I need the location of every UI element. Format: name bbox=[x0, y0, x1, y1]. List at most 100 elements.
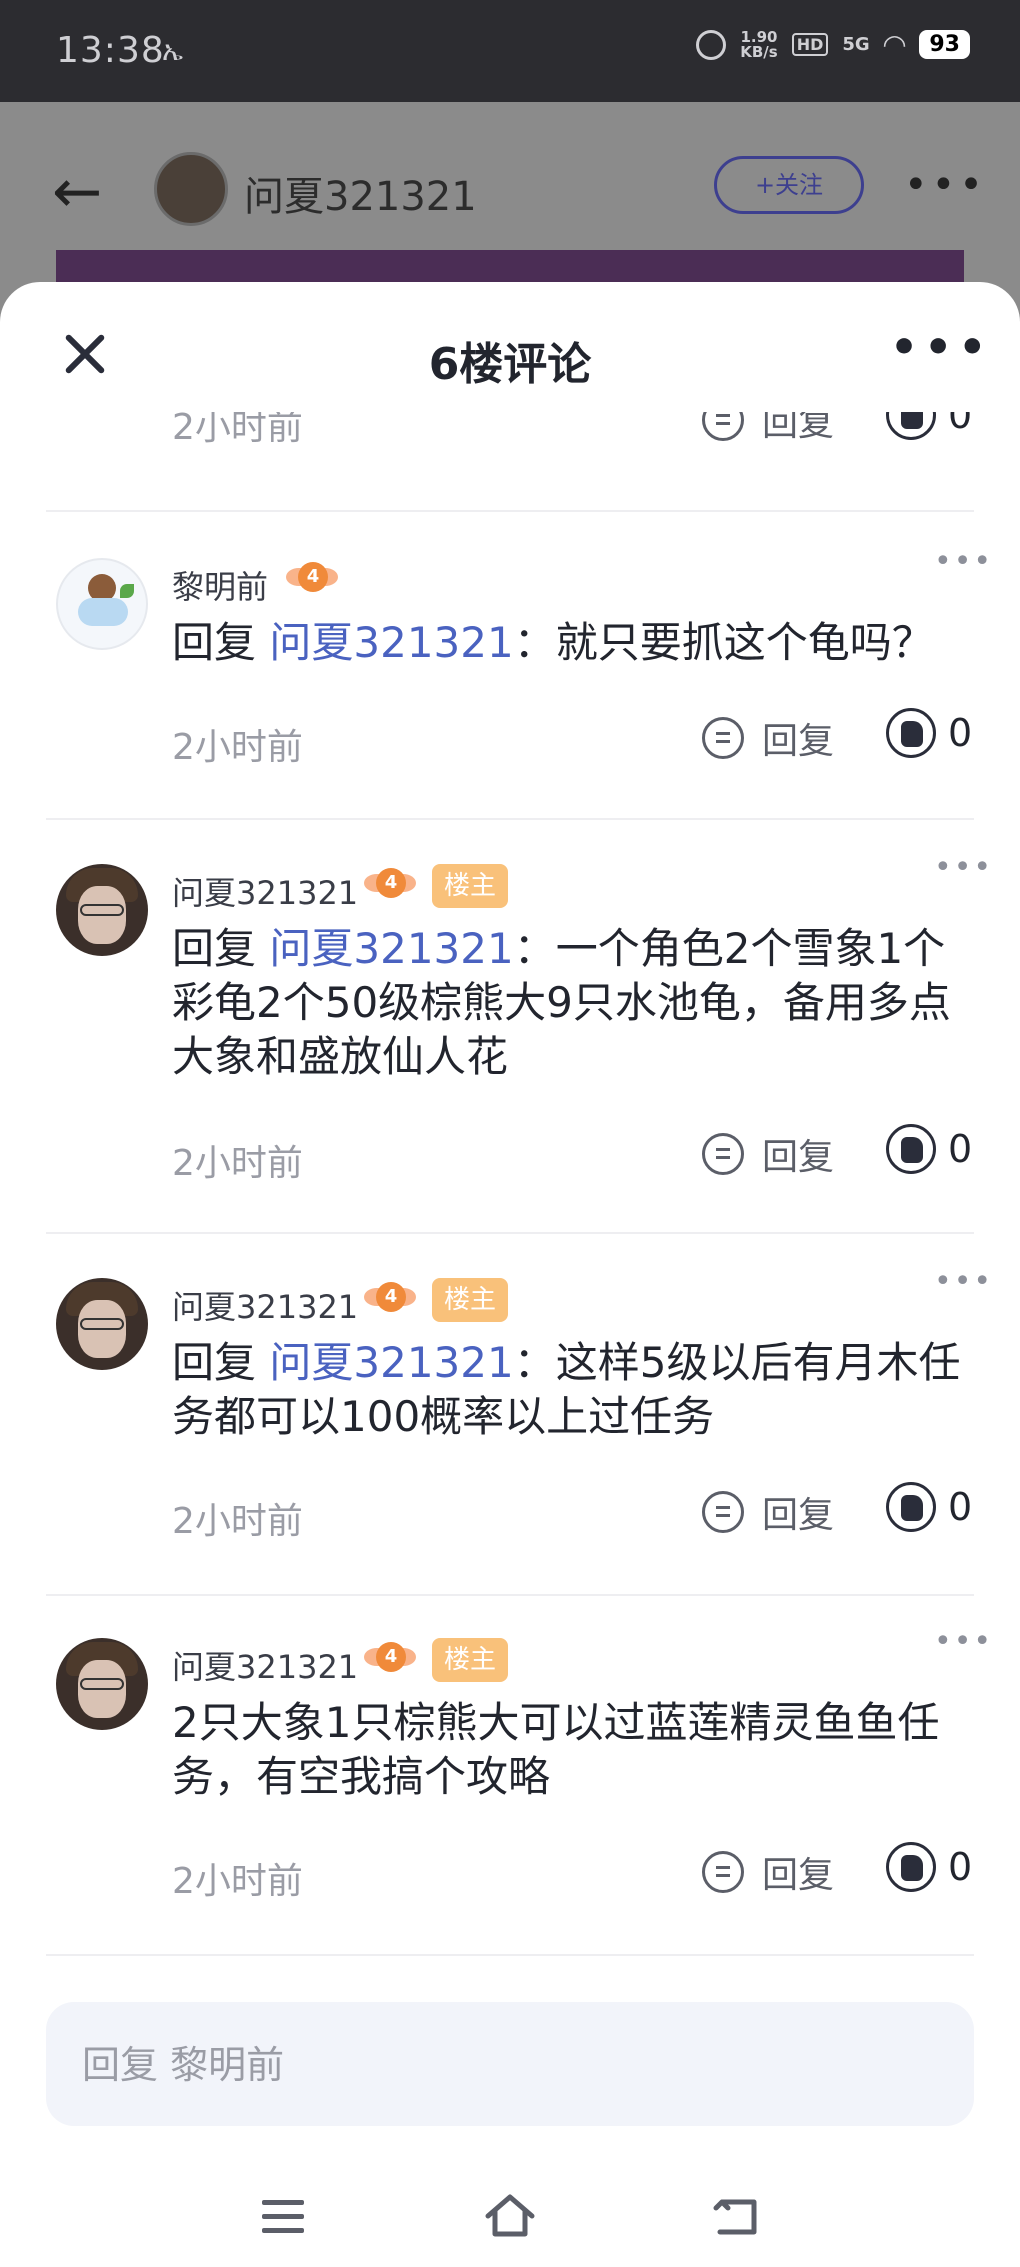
like-action[interactable]: 0 bbox=[886, 1482, 972, 1532]
like-action[interactable]: 0 bbox=[886, 1124, 972, 1174]
sheet-title: 6楼评论 bbox=[428, 339, 592, 390]
avatar[interactable] bbox=[56, 1278, 148, 1370]
mention-link[interactable]: 问夏321321 bbox=[269, 924, 513, 973]
reply-icon bbox=[702, 1491, 744, 1533]
partial-comment-footer: 2小时前 回复 0 bbox=[0, 412, 1020, 457]
reply-prefix: 回复 bbox=[172, 924, 257, 973]
reply-icon bbox=[702, 1851, 744, 1893]
thumbs-up-icon bbox=[886, 1842, 936, 1892]
owner-badge: 楼主 bbox=[432, 1638, 509, 1682]
reply-prefix: 回复 bbox=[172, 1338, 257, 1387]
reply-action[interactable]: 回复 bbox=[702, 712, 834, 764]
divider bbox=[46, 818, 974, 820]
comment-more-icon[interactable]: ••• bbox=[934, 1264, 993, 1299]
comment-text: 回复 问夏321321：就只要抓这个龟吗？ bbox=[172, 616, 972, 670]
reply-action[interactable]: 回复 bbox=[702, 1846, 834, 1898]
comment-username[interactable]: 问夏321321 bbox=[172, 1282, 358, 1328]
avatar[interactable] bbox=[56, 558, 148, 650]
back-arrow-icon[interactable]: ← bbox=[52, 162, 102, 222]
reply-icon bbox=[702, 717, 744, 759]
divider bbox=[46, 1954, 974, 1956]
divider bbox=[46, 1232, 974, 1234]
level-badge: 4 bbox=[364, 1278, 416, 1318]
level-badge: 4 bbox=[364, 864, 416, 904]
comment-text: 回复 问夏321321：这样5级以后有月木任务都可以100概率以上过任务 bbox=[172, 1336, 972, 1444]
avatar[interactable] bbox=[56, 864, 148, 956]
comment-time: 2小时前 bbox=[172, 412, 303, 448]
notification-icon: ኤ bbox=[162, 34, 184, 67]
comment-more-icon[interactable]: ••• bbox=[934, 850, 993, 885]
comment-text: 2只大象1只棕熊大可以过蓝莲精灵鱼鱼任务，有空我搞个攻略 bbox=[172, 1698, 940, 1801]
divider bbox=[46, 1594, 974, 1596]
reply-input-container[interactable] bbox=[46, 2002, 974, 2128]
avatar[interactable] bbox=[56, 1638, 148, 1730]
thumbs-up-icon bbox=[886, 1482, 936, 1532]
comment-time: 2小时前 bbox=[172, 727, 303, 768]
level-number: 4 bbox=[298, 562, 328, 592]
like-count: 0 bbox=[948, 711, 973, 755]
author-avatar[interactable] bbox=[154, 152, 228, 226]
comment-time: 2小时前 bbox=[172, 1501, 303, 1542]
comment-username[interactable]: 黎明前 bbox=[172, 562, 268, 608]
reply-label: 回复 bbox=[762, 721, 835, 762]
thumbs-up-icon bbox=[886, 708, 936, 758]
level-number: 4 bbox=[376, 1282, 406, 1312]
sheet-more-icon[interactable]: ••• bbox=[890, 322, 992, 373]
background-page: ← 问夏321321 +关注 ••• bbox=[0, 102, 1020, 310]
reply-input[interactable] bbox=[80, 2002, 944, 2128]
reply-label: 回复 bbox=[762, 1495, 835, 1536]
owner-badge: 楼主 bbox=[432, 864, 509, 908]
network-speed-unit: KB/s bbox=[740, 42, 778, 61]
hd-icon: HD bbox=[791, 33, 829, 56]
comment-username[interactable]: 问夏321321 bbox=[172, 1642, 358, 1688]
author-name[interactable]: 问夏321321 bbox=[244, 164, 477, 222]
system-nav-bar bbox=[0, 2182, 1020, 2267]
level-number: 4 bbox=[376, 1642, 406, 1672]
signal-icon: 5G bbox=[842, 34, 870, 55]
menu-icon[interactable] bbox=[262, 2200, 304, 2234]
mention-link[interactable]: 问夏321321 bbox=[269, 1338, 513, 1387]
reply-icon bbox=[702, 412, 744, 441]
alarm-icon bbox=[696, 29, 727, 60]
thumbs-up-icon bbox=[886, 1124, 936, 1174]
comment-more-icon[interactable]: ••• bbox=[934, 1624, 993, 1659]
mention-link[interactable]: 问夏321321 bbox=[269, 618, 513, 667]
comment-body: ：就只要抓这个龟吗？ bbox=[513, 618, 934, 667]
like-count: 0 bbox=[948, 412, 973, 437]
comment-more-icon[interactable]: ••• bbox=[934, 544, 993, 579]
level-badge: 4 bbox=[286, 558, 338, 598]
reply-action[interactable]: 回复 bbox=[702, 1486, 834, 1538]
like-action[interactable]: 0 bbox=[886, 412, 972, 440]
like-action[interactable]: 0 bbox=[886, 708, 972, 758]
like-count: 0 bbox=[948, 1845, 973, 1889]
follow-button[interactable]: +关注 bbox=[714, 156, 864, 214]
reply-action[interactable]: 回复 bbox=[702, 1128, 834, 1180]
comment-time: 2小时前 bbox=[172, 1861, 303, 1902]
comment-time: 2小时前 bbox=[172, 1143, 303, 1184]
status-bar: 13:38 ኤ 1.90 KB/s HD 5G ◜◝ 93 bbox=[0, 0, 1020, 102]
like-count: 0 bbox=[948, 1485, 973, 1529]
owner-badge: 楼主 bbox=[432, 1278, 509, 1322]
battery-icon: 93 bbox=[919, 30, 970, 59]
network-speed: 1.90 KB/s bbox=[740, 29, 778, 61]
comment-text: 回复 问夏321321：一个角色2个雪象1个彩龟2个50级棕熊大9只水池龟，备用… bbox=[172, 922, 972, 1084]
reply-prefix: 回复 bbox=[172, 618, 257, 667]
wifi-icon: ◜◝ bbox=[883, 28, 906, 61]
like-action[interactable]: 0 bbox=[886, 1842, 972, 1892]
reply-label: 回复 bbox=[762, 1855, 835, 1896]
thumbs-up-icon bbox=[886, 412, 936, 440]
reply-icon bbox=[702, 1133, 744, 1175]
level-badge: 4 bbox=[364, 1638, 416, 1678]
home-icon[interactable] bbox=[484, 2192, 536, 2238]
clock: 13:38 bbox=[56, 30, 165, 71]
back-icon[interactable] bbox=[712, 2196, 760, 2238]
like-count: 0 bbox=[948, 1127, 973, 1171]
comment-sheet: 6楼评论 ••• 2小时前 回复 0 黎明前 4 ••• 回复 问夏321321… bbox=[0, 282, 1020, 2267]
comment-username[interactable]: 问夏321321 bbox=[172, 868, 358, 914]
divider bbox=[46, 510, 974, 512]
status-icons: 1.90 KB/s HD 5G ◜◝ 93 bbox=[696, 28, 970, 61]
reply-label: 回复 bbox=[762, 1137, 835, 1178]
level-number: 4 bbox=[376, 868, 406, 898]
more-options-icon[interactable]: ••• bbox=[904, 162, 987, 208]
reply-action[interactable]: 回复 bbox=[702, 412, 834, 446]
